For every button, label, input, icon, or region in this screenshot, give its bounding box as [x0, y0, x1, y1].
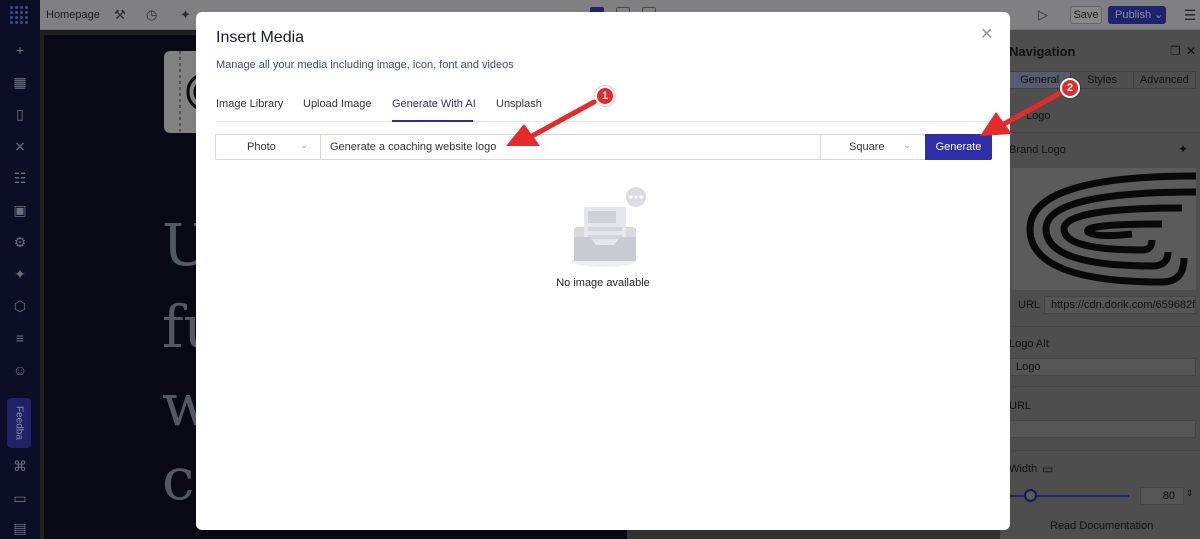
annotation-arrow-1: [506, 99, 597, 146]
step-marker-2: 2: [1060, 78, 1080, 98]
step-marker-1: 1: [595, 86, 615, 106]
annotation-arrows: [506, 89, 1065, 146]
annotation-arrow-2: [980, 89, 1065, 136]
